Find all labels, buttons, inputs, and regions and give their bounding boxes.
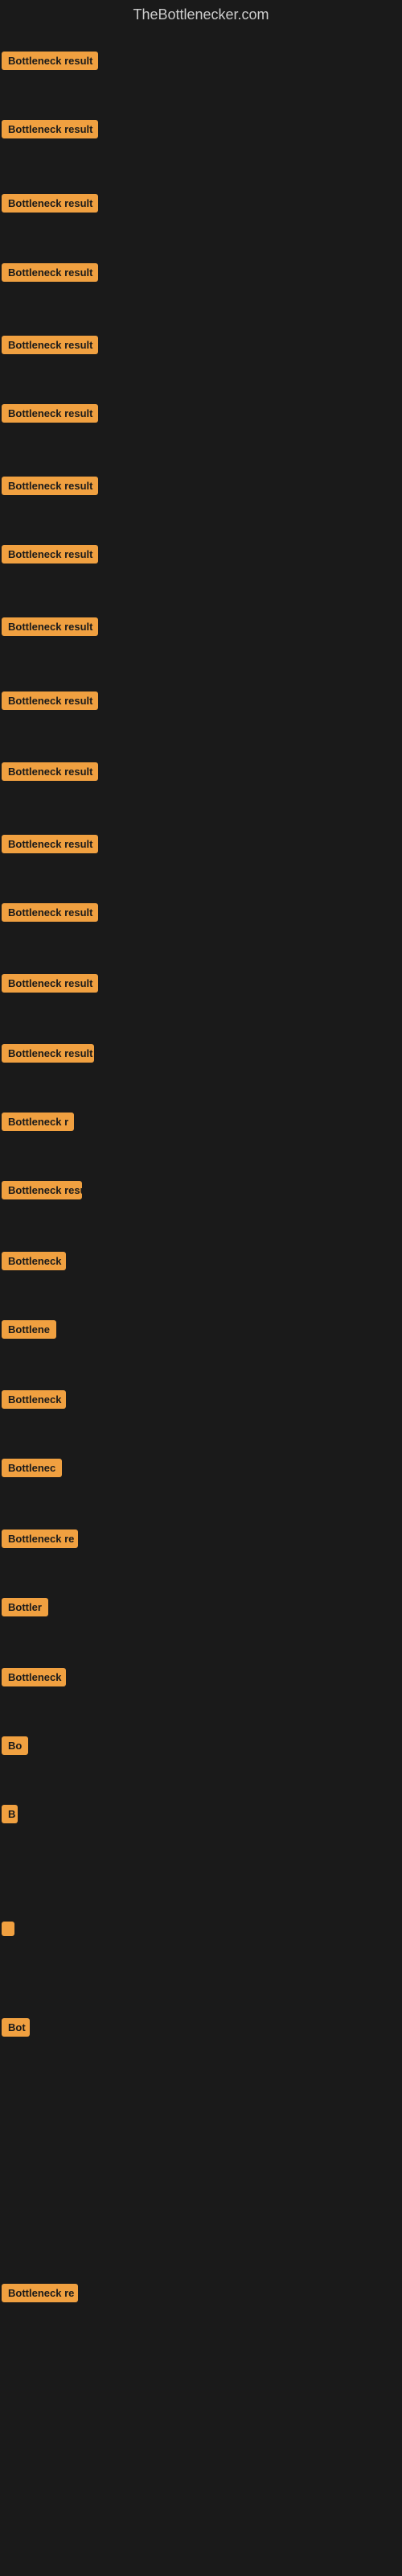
site-title: TheBottlenecker.com (133, 0, 269, 29)
bottleneck-badge-5[interactable]: Bottleneck result (2, 336, 98, 354)
bottleneck-badge-7[interactable]: Bottleneck result (2, 477, 98, 495)
bottleneck-badge-24[interactable]: Bottleneck (2, 1668, 66, 1686)
bottleneck-badge-20[interactable]: Bottleneck (2, 1390, 66, 1409)
badge-row-11: Bottleneck result (2, 762, 98, 785)
bottleneck-badge-28[interactable]: Bot (2, 2018, 30, 2037)
badge-row-21: Bottlenec (2, 1459, 62, 1481)
badge-row-12: Bottleneck result (2, 835, 98, 857)
bottleneck-badge-1[interactable]: Bottleneck result (2, 52, 98, 70)
badge-row-8: Bottleneck result (2, 545, 98, 568)
badges-container: Bottleneck result Bottleneck result Bottle… (0, 30, 402, 2566)
badge-row-18: Bottleneck (2, 1252, 66, 1274)
badge-row-29: Bottleneck re (2, 2284, 78, 2306)
badge-row-5: Bottleneck result (2, 336, 98, 358)
badge-row-25: Bo (2, 1736, 28, 1759)
badge-row-15: Bottleneck result (2, 1044, 94, 1067)
bottleneck-badge-17[interactable]: Bottleneck resu (2, 1181, 82, 1199)
badge-row-23: Bottler (2, 1598, 48, 1620)
badge-row-10: Bottleneck result (2, 691, 98, 714)
bottleneck-badge-8[interactable]: Bottleneck result (2, 545, 98, 564)
badge-row-20: Bottleneck (2, 1390, 66, 1413)
bottleneck-badge-16[interactable]: Bottleneck r (2, 1113, 74, 1131)
badge-row-6: Bottleneck result (2, 404, 98, 427)
badge-row-22: Bottleneck re (2, 1530, 78, 1552)
badge-row-7: Bottleneck result (2, 477, 98, 499)
badge-row-1: Bottleneck result (2, 52, 98, 74)
bottleneck-badge-27[interactable] (2, 1922, 14, 1936)
bottleneck-badge-10[interactable]: Bottleneck result (2, 691, 98, 710)
badge-row-17: Bottleneck resu (2, 1181, 82, 1203)
bottleneck-badge-14[interactable]: Bottleneck result (2, 974, 98, 993)
badge-row-19: Bottlene (2, 1320, 56, 1343)
badge-row-4: Bottleneck result (2, 263, 98, 286)
badge-row-3: Bottleneck result (2, 194, 98, 217)
bottleneck-badge-21[interactable]: Bottlenec (2, 1459, 62, 1477)
bottleneck-badge-23[interactable]: Bottler (2, 1598, 48, 1616)
badge-row-13: Bottleneck result (2, 903, 98, 926)
bottleneck-badge-18[interactable]: Bottleneck (2, 1252, 66, 1270)
bottleneck-badge-9[interactable]: Bottleneck result (2, 617, 98, 636)
bottleneck-badge-22[interactable]: Bottleneck re (2, 1530, 78, 1548)
bottleneck-badge-13[interactable]: Bottleneck result (2, 903, 98, 922)
badge-row-9: Bottleneck result (2, 617, 98, 640)
bottleneck-badge-4[interactable]: Bottleneck result (2, 263, 98, 282)
bottleneck-badge-19[interactable]: Bottlene (2, 1320, 56, 1339)
bottleneck-badge-12[interactable]: Bottleneck result (2, 835, 98, 853)
bottleneck-badge-6[interactable]: Bottleneck result (2, 404, 98, 423)
bottleneck-badge-2[interactable]: Bottleneck result (2, 120, 98, 138)
badge-row-26: B (2, 1805, 18, 1827)
badge-row-14: Bottleneck result (2, 974, 98, 997)
bottleneck-badge-26[interactable]: B (2, 1805, 18, 1823)
badge-row-16: Bottleneck r (2, 1113, 74, 1135)
badge-row-27 (2, 1922, 14, 1940)
bottleneck-badge-29[interactable]: Bottleneck re (2, 2284, 78, 2302)
badge-row-28: Bot (2, 2018, 30, 2041)
bottleneck-badge-25[interactable]: Bo (2, 1736, 28, 1755)
bottleneck-badge-15[interactable]: Bottleneck result (2, 1044, 94, 1063)
badge-row-2: Bottleneck result (2, 120, 98, 142)
site-title-container: TheBottlenecker.com (0, 0, 402, 30)
badge-row-24: Bottleneck (2, 1668, 66, 1690)
bottleneck-badge-3[interactable]: Bottleneck result (2, 194, 98, 213)
bottleneck-badge-11[interactable]: Bottleneck result (2, 762, 98, 781)
